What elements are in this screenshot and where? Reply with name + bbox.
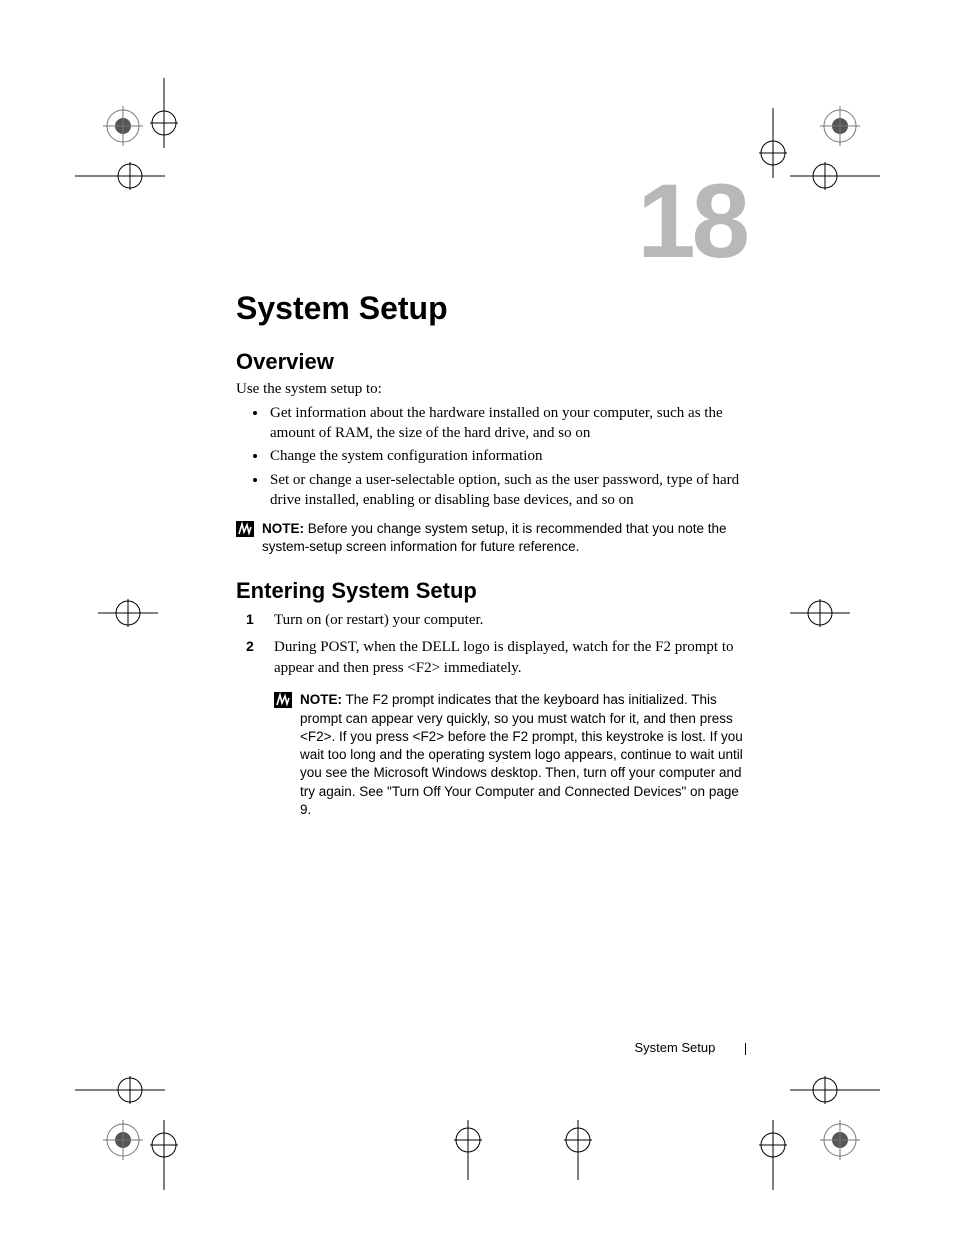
crop-mark-icon xyxy=(450,1120,486,1180)
crop-mark-icon xyxy=(790,158,880,194)
crop-mark-icon xyxy=(146,1120,182,1190)
crop-mark-icon xyxy=(98,595,158,631)
crop-mark-icon xyxy=(103,106,143,146)
note-label: NOTE: xyxy=(300,692,342,707)
running-head: System Setup xyxy=(634,1040,715,1055)
section-heading-overview: Overview xyxy=(236,349,746,375)
list-item: Set or change a user-selectable option, … xyxy=(268,470,746,511)
crop-mark-icon xyxy=(755,1120,791,1190)
crop-mark-icon xyxy=(103,1120,143,1160)
page-content: 18 System Setup Overview Use the system … xyxy=(236,175,746,825)
chapter-number: 18 xyxy=(236,175,746,270)
crop-mark-icon xyxy=(75,158,165,194)
list-item: During POST, when the DELL logo is displ… xyxy=(236,637,746,819)
note-block: NOTE: The F2 prompt indicates that the k… xyxy=(274,691,746,819)
crop-mark-icon xyxy=(75,1072,165,1108)
note-body: The F2 prompt indicates that the keyboar… xyxy=(300,692,743,816)
crop-mark-icon xyxy=(755,108,791,178)
chapter-title: System Setup xyxy=(236,290,746,327)
note-text: NOTE: Before you change system setup, it… xyxy=(262,520,746,556)
note-text: NOTE: The F2 prompt indicates that the k… xyxy=(300,691,746,819)
list-item: Get information about the hardware insta… xyxy=(268,403,746,444)
list-item: Change the system configuration informat… xyxy=(268,446,746,466)
crop-mark-icon xyxy=(820,106,860,146)
crop-mark-icon xyxy=(146,78,182,148)
section-heading-entering: Entering System Setup xyxy=(236,578,746,604)
page-footer: System Setup xyxy=(236,1040,746,1055)
step-text: During POST, when the DELL logo is displ… xyxy=(274,639,734,676)
list-item: Turn on (or restart) your computer. xyxy=(236,610,746,631)
crop-mark-icon xyxy=(790,1072,880,1108)
note-block: NOTE: Before you change system setup, it… xyxy=(236,520,746,556)
note-icon xyxy=(236,521,254,537)
crop-mark-icon xyxy=(790,595,850,631)
note-label: NOTE: xyxy=(262,521,304,536)
overview-intro: Use the system setup to: xyxy=(236,379,746,399)
steps-list: Turn on (or restart) your computer. Duri… xyxy=(236,610,746,819)
note-icon xyxy=(274,692,292,708)
footer-separator xyxy=(745,1043,746,1055)
overview-bullet-list: Get information about the hardware insta… xyxy=(256,403,746,510)
note-body: Before you change system setup, it is re… xyxy=(262,521,727,554)
crop-mark-icon xyxy=(560,1120,596,1180)
crop-mark-icon xyxy=(820,1120,860,1160)
